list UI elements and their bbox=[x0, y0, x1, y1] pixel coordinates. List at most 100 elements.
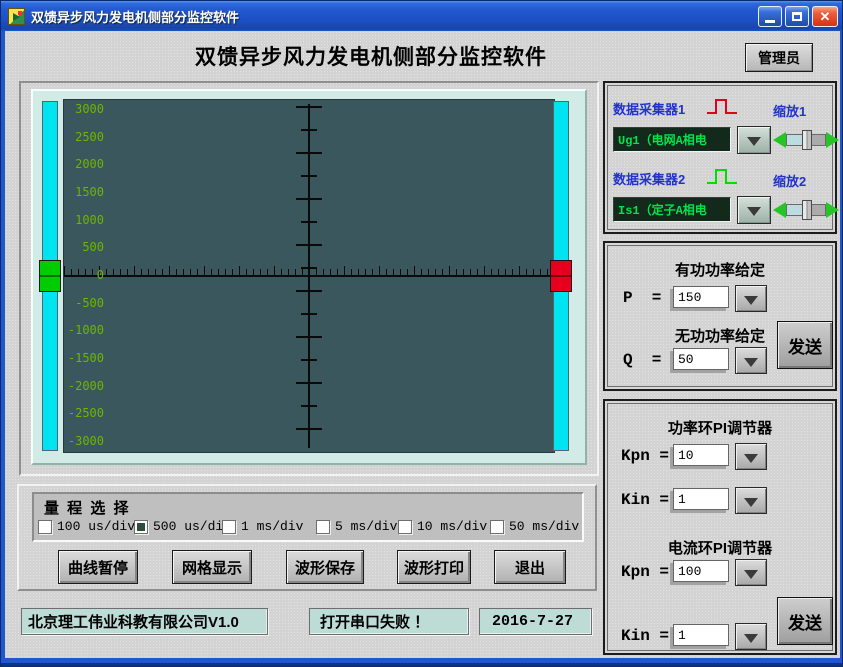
scope-frame: 3000 2500 2000 1500 1000 500 0 -500 -100… bbox=[31, 89, 587, 465]
y-axis-label: -500 bbox=[75, 297, 104, 309]
kpn1-label: Kpn = bbox=[621, 447, 669, 465]
zoom1-handle[interactable] bbox=[802, 130, 812, 150]
kin2-dropdown-button[interactable] bbox=[735, 623, 767, 650]
y-axis bbox=[308, 104, 310, 448]
kpn1-input[interactable] bbox=[673, 444, 729, 466]
send-power-button[interactable]: 发送 bbox=[777, 321, 833, 369]
channel1-display[interactable]: Ug1（电网A相电 bbox=[613, 127, 731, 152]
power-setpoint-panel: 有功功率给定 P = 无功功率给定 Q = 发送 bbox=[603, 241, 837, 391]
q-input[interactable] bbox=[673, 348, 729, 370]
zoom2-right-arrow[interactable] bbox=[826, 202, 839, 218]
pi-regulator-panel: 功率环PI调节器 Kpn = Kin = 电流环PI调节器 Kpn = Kin … bbox=[603, 399, 837, 655]
channel2-display[interactable]: Is1（定子A相电 bbox=[613, 197, 731, 222]
close-icon: ✕ bbox=[820, 10, 831, 23]
minimize-button[interactable] bbox=[758, 6, 782, 27]
zoom2-handle[interactable] bbox=[802, 200, 812, 220]
kin1-input[interactable] bbox=[673, 488, 729, 510]
range-panel: 量 程 选 择 100 us/div 500 us/div 1 ms/div 5… bbox=[17, 484, 597, 591]
titlebar: 双馈异步风力发电机侧部分监控软件 ✕ bbox=[1, 1, 843, 31]
pulse2-icon bbox=[705, 166, 741, 188]
range-option-1ms[interactable]: 1 ms/div bbox=[222, 519, 303, 534]
range-title: 量 程 选 择 bbox=[44, 497, 131, 518]
send-pi-button[interactable]: 发送 bbox=[777, 597, 833, 645]
y-axis-label: -2000 bbox=[68, 380, 104, 392]
chevron-down-icon bbox=[744, 296, 758, 305]
kin2-label: Kin = bbox=[621, 627, 669, 645]
pulse1-icon bbox=[705, 96, 741, 118]
y-axis-label: 2000 bbox=[75, 158, 104, 170]
app-icon bbox=[8, 8, 25, 25]
scope-panel: 3000 2500 2000 1500 1000 500 0 -500 -100… bbox=[19, 81, 599, 476]
y-axis-labels: 3000 2500 2000 1500 1000 500 0 -500 -100… bbox=[68, 103, 104, 447]
current-loop-title: 电流环PI调节器 bbox=[605, 537, 835, 558]
chevron-down-icon bbox=[744, 358, 758, 367]
y-axis-label: 2500 bbox=[75, 131, 104, 143]
admin-button[interactable]: 管理员 bbox=[745, 43, 813, 72]
chevron-down-icon bbox=[744, 570, 758, 579]
chevron-down-icon bbox=[747, 207, 761, 216]
zoom2-track[interactable] bbox=[786, 204, 826, 216]
q-dropdown-button[interactable] bbox=[735, 347, 767, 374]
p-dropdown-button[interactable] bbox=[735, 285, 767, 312]
channel2-dropdown-button[interactable] bbox=[737, 196, 771, 224]
zoom1-left-arrow[interactable] bbox=[773, 132, 786, 148]
chevron-down-icon bbox=[744, 634, 758, 643]
zoom1-slider[interactable] bbox=[773, 127, 839, 153]
print-waveform-button[interactable]: 波形打印 bbox=[397, 550, 471, 584]
pause-curve-button[interactable]: 曲线暂停 bbox=[58, 550, 138, 584]
kpn2-dropdown-button[interactable] bbox=[735, 559, 767, 586]
company-version-box: 北京理工伟业科教有限公司V1.0 bbox=[21, 608, 268, 635]
collectors-panel: 数据采集器1 缩放1 Ug1（电网A相电 数据采集器2 缩放2 Is1（定子A相… bbox=[603, 81, 837, 234]
range-option-10ms[interactable]: 10 ms/div bbox=[398, 519, 487, 534]
kpn2-label: Kpn = bbox=[621, 563, 669, 581]
active-power-title: 有功功率给定 bbox=[605, 259, 835, 280]
checkbox-100us[interactable] bbox=[38, 520, 52, 534]
save-waveform-button[interactable]: 波形保存 bbox=[286, 550, 364, 584]
channel1-dropdown-button[interactable] bbox=[737, 126, 771, 154]
range-option-100us[interactable]: 100 us/div bbox=[38, 519, 135, 534]
collector2-label: 数据采集器2 bbox=[613, 169, 685, 188]
chevron-down-icon bbox=[744, 454, 758, 463]
page-title: 双馈异步风力发电机侧部分监控软件 bbox=[121, 41, 621, 71]
checkbox-10ms[interactable] bbox=[398, 520, 412, 534]
power-loop-title: 功率环PI调节器 bbox=[605, 417, 835, 438]
checkbox-5ms[interactable] bbox=[316, 520, 330, 534]
kpn2-input[interactable] bbox=[673, 560, 729, 582]
zoom1-track[interactable] bbox=[786, 134, 826, 146]
close-button[interactable]: ✕ bbox=[812, 6, 838, 27]
zoom2-label: 缩放2 bbox=[773, 171, 806, 190]
p-input[interactable] bbox=[673, 286, 729, 308]
zoom2-slider[interactable] bbox=[773, 197, 839, 223]
exit-button[interactable]: 退出 bbox=[494, 550, 566, 584]
kin2-input[interactable] bbox=[673, 624, 729, 646]
y-axis-label: 0 bbox=[97, 269, 104, 281]
maximize-icon bbox=[792, 12, 802, 21]
chevron-down-icon bbox=[744, 498, 758, 507]
range-option-50ms[interactable]: 50 ms/div bbox=[490, 519, 579, 534]
zoom1-label: 缩放1 bbox=[773, 101, 806, 120]
checkbox-1ms[interactable] bbox=[222, 520, 236, 534]
zoom1-right-arrow[interactable] bbox=[826, 132, 839, 148]
kin1-dropdown-button[interactable] bbox=[735, 487, 767, 514]
y-axis-label: 500 bbox=[82, 241, 104, 253]
y-axis-label: 1500 bbox=[75, 186, 104, 198]
y-axis-label: -1500 bbox=[68, 352, 104, 364]
date-display: 2016-7-27 bbox=[479, 608, 592, 635]
zoom2-left-arrow[interactable] bbox=[773, 202, 786, 218]
left-slider-handle[interactable] bbox=[39, 260, 61, 292]
kpn1-dropdown-button[interactable] bbox=[735, 443, 767, 470]
y-axis-label: -3000 bbox=[68, 435, 104, 447]
checkbox-500us[interactable] bbox=[134, 520, 148, 534]
q-label: Q = bbox=[623, 351, 661, 369]
checkbox-50ms[interactable] bbox=[490, 520, 504, 534]
p-label: P = bbox=[623, 289, 661, 307]
chevron-down-icon bbox=[747, 137, 761, 146]
collector1-label: 数据采集器1 bbox=[613, 99, 685, 118]
maximize-button[interactable] bbox=[785, 6, 809, 27]
grid-display-button[interactable]: 网格显示 bbox=[172, 550, 252, 584]
y-axis-label: -2500 bbox=[68, 407, 104, 419]
app-window: 双馈异步风力发电机侧部分监控软件 ✕ 双馈异步风力发电机侧部分监控软件 管理员 … bbox=[0, 0, 843, 667]
range-option-5ms[interactable]: 5 ms/div bbox=[316, 519, 397, 534]
right-slider-handle[interactable] bbox=[550, 260, 572, 292]
range-option-500us[interactable]: 500 us/div bbox=[134, 519, 231, 534]
